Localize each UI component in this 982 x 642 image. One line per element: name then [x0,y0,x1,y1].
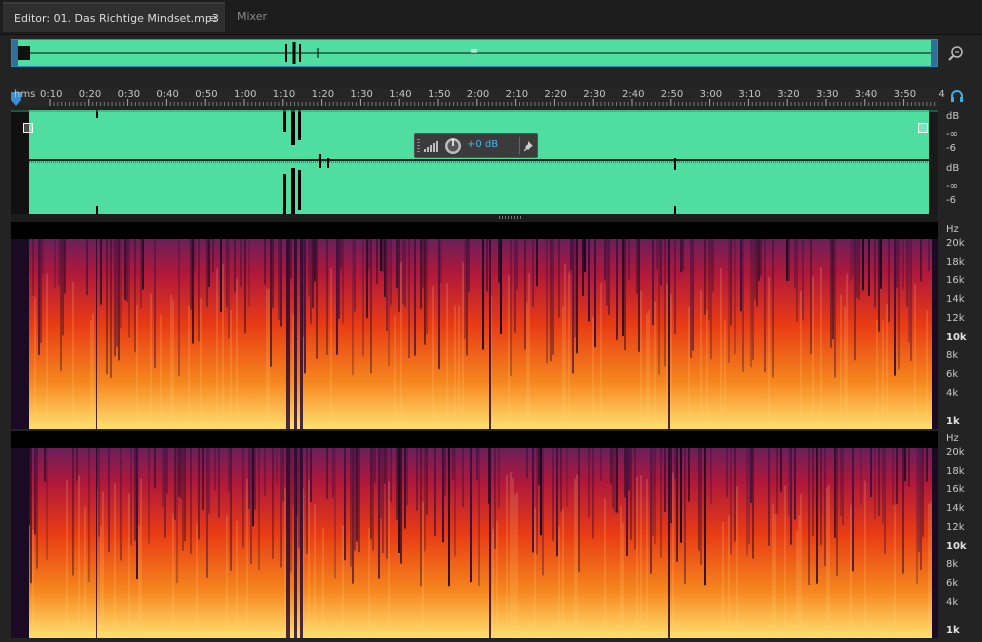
hz-tick-label: 12k [946,312,965,324]
hz-tick-label: 4k [946,387,959,399]
hz-tick-label: 10k [946,331,967,343]
ruler-tick-label: 1:10 [272,89,296,100]
hz-tick-label: 20k [946,238,965,249]
hz-tick-label: 1k [946,416,960,427]
ruler-tick-label: 2:20 [544,89,567,100]
db-neg-inf-bottom: -∞ [946,181,958,192]
hz-tick-label: 1k [946,625,960,636]
spectral-display-top[interactable] [11,222,938,429]
hz-tick-label: 8k [946,350,959,362]
ruler-tick-label: 3:00 [699,89,723,100]
hz-tick-label: 12k [946,521,965,533]
hz-tick-label: 4k [946,596,959,608]
pin-icon[interactable] [524,140,535,152]
tab-editor[interactable]: Editor: 01. Das Richtige Mindset.mp3 ≡ [3,2,225,32]
hz-tick-label: 18k [946,256,965,268]
hz-unit-label: Hz [946,433,959,444]
fade-out-handle[interactable] [918,123,928,133]
panel-tab-bar: Editor: 01. Das Richtige Mindset.mp3 ≡ M… [0,0,982,35]
ruler-tick-label: 4 [938,89,945,100]
tab-editor-label: Editor: 01. Das Richtige Mindset.mp3 [14,12,219,25]
ruler-tick-label: 3:40 [854,89,878,100]
hz-tick-label: 6k [946,577,959,589]
ruler-tick-label: 2:10 [505,89,529,100]
ruler-tick-label: 1:20 [311,89,335,100]
db-neg-inf-top: -∞ [946,129,958,140]
waveform-display[interactable] [11,110,938,214]
fade-in-handle[interactable] [23,123,33,133]
ruler-tick-label: 0:30 [117,89,141,100]
ruler-unit-label: hms [14,89,36,100]
tab-mixer-label: Mixer [237,10,268,23]
hz-tick-label: 20k [946,447,965,458]
ruler-tick-label: 3:20 [777,89,800,100]
db-minus6-bottom: -6 [946,195,956,206]
ruler-tick-label: 0:10 [40,89,63,100]
spectral-display-bottom[interactable] [11,431,938,638]
hud-separator [519,137,520,154]
tab-menu-icon[interactable]: ≡ [208,4,217,34]
hz-tick-label: 14k [946,294,965,306]
ruler-tick-label: 3:10 [738,89,761,100]
panel-splitter[interactable] [11,214,938,222]
ruler-tick-label: 3:30 [816,89,839,100]
hz-tick-label: 14k [946,503,965,515]
ruler-tick-label: 0:40 [156,89,179,100]
ruler-tick-label: 2:30 [583,89,606,100]
db-unit-bottom: dB [946,163,960,174]
ruler-tick-label: 2:50 [660,89,684,100]
volume-hud[interactable]: +0 dB [414,133,538,158]
ruler-tick-label: 1:40 [389,89,412,100]
ruler-tick-label: 1:00 [234,89,257,100]
volume-bars-icon [424,141,438,152]
headphones-icon[interactable] [950,89,964,103]
tab-mixer[interactable]: Mixer [226,2,294,32]
hud-drag-handle[interactable] [417,139,420,152]
hz-tick-label: 16k [946,484,965,496]
ruler-tick-label: 2:00 [466,89,490,100]
db-unit-top: dB [946,111,960,122]
ruler-tick-label: 0:20 [78,89,102,100]
hz-unit-label: Hz [946,224,959,235]
db-minus6-top: -6 [946,143,956,154]
hz-tick-label: 16k [946,275,965,287]
zoom-magnifier-icon[interactable] [947,44,965,62]
ruler-tick-label: 1:30 [350,89,373,100]
ruler-tick-label: 1:50 [428,89,451,100]
hz-tick-label: 8k [946,559,959,571]
ruler-tick-label: 2:40 [622,89,645,100]
ruler-tick-label: 3:50 [893,89,917,100]
volume-knob-icon[interactable] [444,137,462,155]
ruler-tick-label: 0:50 [195,89,218,100]
volume-value[interactable]: +0 dB [467,139,498,150]
hz-tick-label: 6k [946,368,959,380]
overview-navigator[interactable] [11,39,938,67]
hz-tick-label: 18k [946,465,965,477]
hz-tick-label: 10k [946,540,967,552]
